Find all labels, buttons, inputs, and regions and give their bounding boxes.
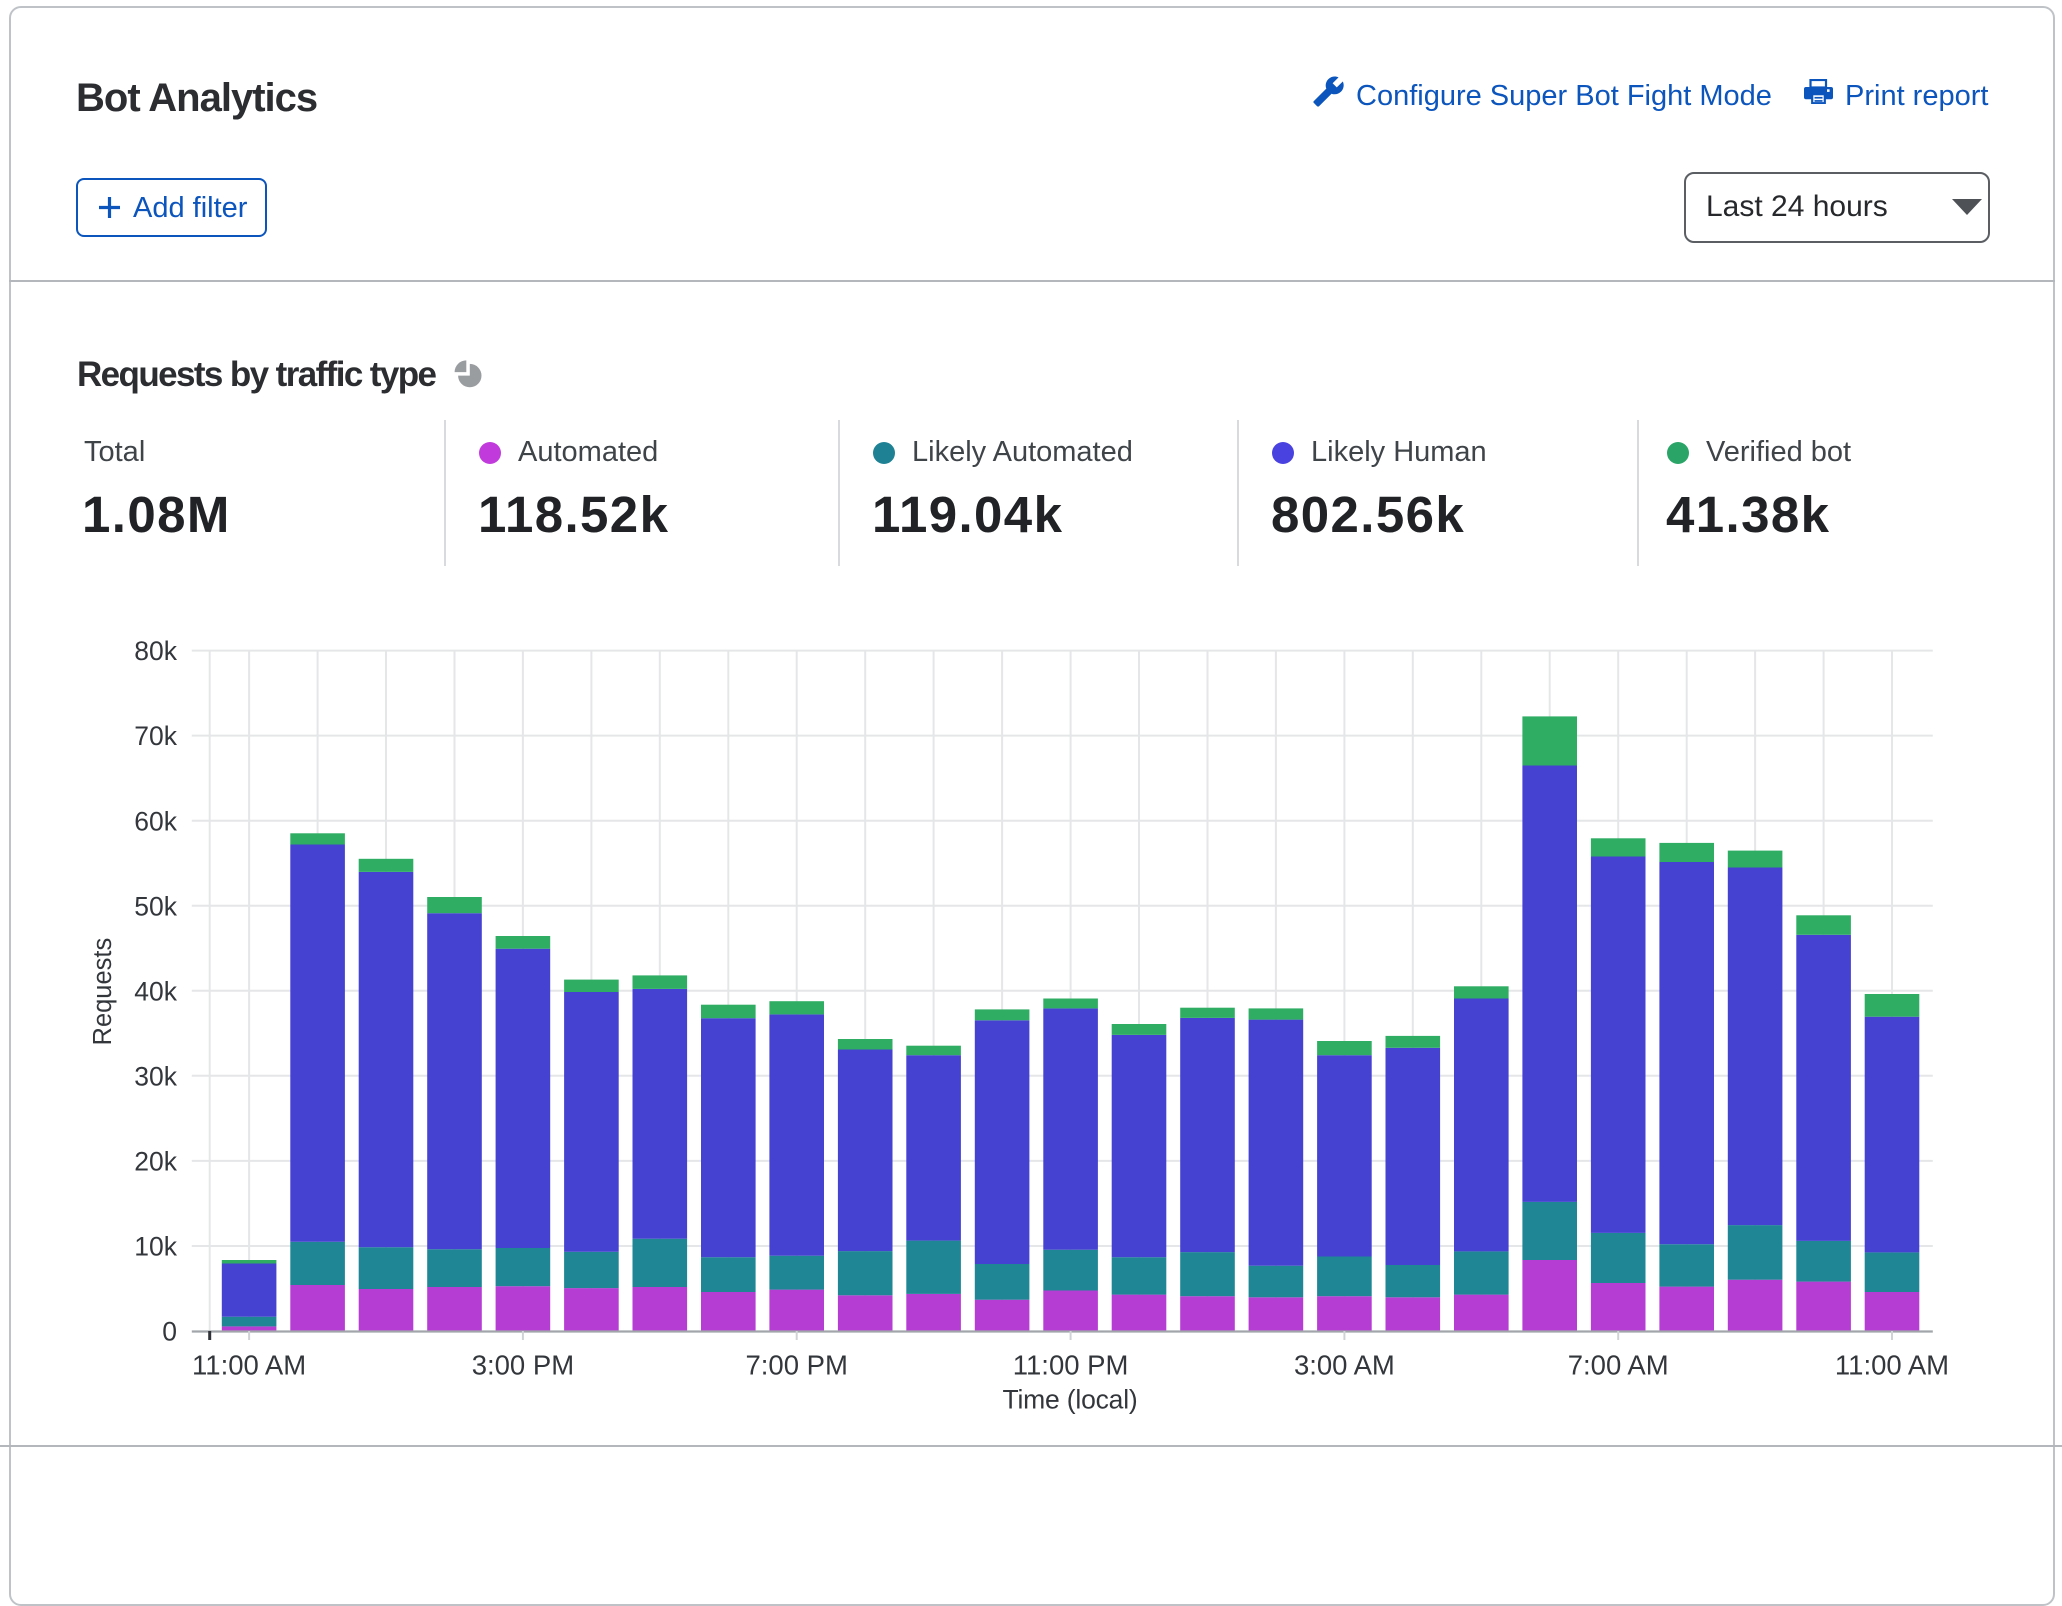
svg-text:Requests: Requests <box>89 938 117 1046</box>
svg-text:40k: 40k <box>134 976 177 1006</box>
svg-text:0: 0 <box>162 1317 177 1347</box>
svg-text:80k: 80k <box>134 636 177 666</box>
svg-text:Time (local): Time (local) <box>1002 1384 1137 1414</box>
svg-text:3:00 PM: 3:00 PM <box>472 1350 574 1381</box>
svg-text:11:00 AM: 11:00 AM <box>192 1350 306 1381</box>
svg-text:7:00 PM: 7:00 PM <box>745 1350 847 1381</box>
svg-text:10k: 10k <box>134 1232 177 1262</box>
svg-text:60k: 60k <box>134 806 177 836</box>
svg-text:11:00 PM: 11:00 PM <box>1013 1350 1129 1381</box>
svg-text:7:00 AM: 7:00 AM <box>1568 1350 1669 1381</box>
svg-text:11:00 AM: 11:00 AM <box>1835 1350 1949 1381</box>
svg-text:50k: 50k <box>134 891 177 921</box>
svg-text:30k: 30k <box>134 1061 177 1091</box>
svg-text:3:00 AM: 3:00 AM <box>1294 1350 1395 1381</box>
svg-text:70k: 70k <box>134 721 177 751</box>
svg-text:20k: 20k <box>134 1147 177 1177</box>
